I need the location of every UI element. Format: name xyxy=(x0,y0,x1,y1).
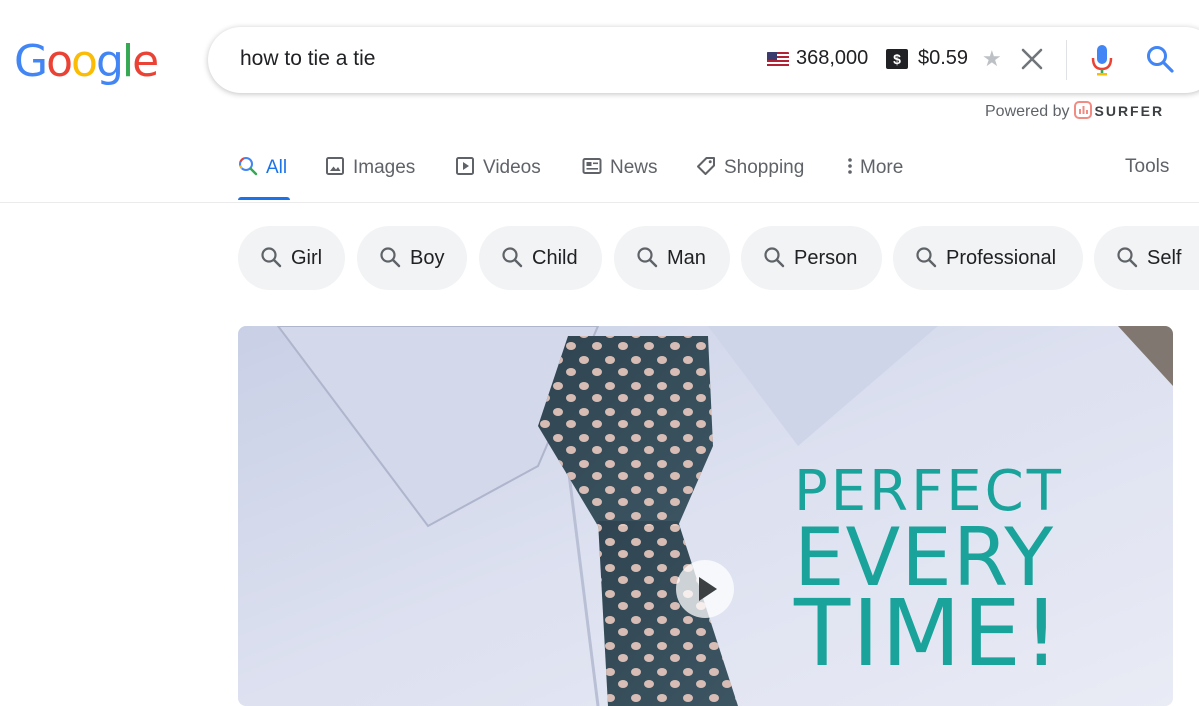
search-input[interactable]: how to tie a tie xyxy=(240,47,375,71)
tab-more[interactable]: More xyxy=(846,156,903,202)
surfer-logo-icon xyxy=(1073,101,1092,119)
google-logo[interactable]: Google xyxy=(14,36,159,88)
chip-person[interactable]: Person xyxy=(741,226,882,290)
cpc-value: $0.59 xyxy=(918,47,969,69)
microphone-icon[interactable] xyxy=(1089,43,1115,77)
chip-label: Boy xyxy=(410,247,445,269)
tab-news[interactable]: News xyxy=(582,156,658,202)
tab-label: Shopping xyxy=(724,157,805,178)
search-icon xyxy=(501,230,523,268)
chip-professional[interactable]: Professional xyxy=(893,226,1083,290)
logo-letter: g xyxy=(95,36,124,87)
tabs-divider xyxy=(0,202,1199,203)
divider xyxy=(1066,40,1067,80)
more-vert-icon xyxy=(846,156,854,176)
star-icon[interactable]: ★ xyxy=(982,46,1002,72)
search-icon xyxy=(763,230,785,268)
search-icon xyxy=(379,230,401,268)
tab-images[interactable]: Images xyxy=(325,156,415,202)
tab-videos[interactable]: Videos xyxy=(455,156,541,202)
chip-boy[interactable]: Boy xyxy=(357,226,467,290)
play-icon xyxy=(455,156,475,176)
chip-child[interactable]: Child xyxy=(479,226,602,290)
logo-letter: o xyxy=(71,36,98,87)
active-tab-indicator xyxy=(238,197,290,200)
promo-text-line: TIME! xyxy=(794,580,1062,687)
logo-letter: G xyxy=(14,36,48,87)
tab-label: Videos xyxy=(483,157,541,178)
chip-label: Person xyxy=(794,247,858,269)
image-icon xyxy=(325,156,345,176)
surfer-powered-by[interactable]: Powered by SURFER xyxy=(985,101,1164,121)
us-flag-icon xyxy=(767,52,789,68)
surfer-brand: SURFER xyxy=(1094,103,1165,119)
search-icon xyxy=(636,230,658,268)
news-icon xyxy=(582,156,602,176)
tab-shopping[interactable]: Shopping xyxy=(696,156,804,202)
logo-letter: o xyxy=(46,36,73,87)
tab-all[interactable]: All xyxy=(238,156,290,202)
chip-label: Child xyxy=(532,247,578,269)
chip-label: Self xyxy=(1147,247,1182,269)
search-icon xyxy=(260,230,282,268)
dollar-icon: $ xyxy=(886,49,908,69)
chip-label: Man xyxy=(667,247,706,269)
search-icon xyxy=(915,230,937,268)
chip-self[interactable]: Self xyxy=(1094,226,1199,290)
tools-button[interactable]: Tools xyxy=(1125,156,1169,178)
chip-label: Professional xyxy=(946,247,1057,269)
search-icon xyxy=(1116,230,1138,268)
search-icon xyxy=(238,156,258,176)
search-box[interactable]: how to tie a tie 368,000 $ $0.59 ★ xyxy=(208,27,1199,93)
tab-label: All xyxy=(266,157,288,178)
logo-letter: e xyxy=(132,36,159,87)
tab-label: More xyxy=(860,157,904,178)
chip-man[interactable]: Man xyxy=(614,226,730,290)
tab-label: News xyxy=(610,157,658,178)
powered-by-label: Powered by xyxy=(985,103,1070,120)
tab-label: Images xyxy=(353,157,416,178)
clear-icon[interactable] xyxy=(1018,45,1046,73)
chip-label: Girl xyxy=(291,247,323,269)
chip-girl[interactable]: Girl xyxy=(238,226,345,290)
logo-letter: l xyxy=(121,36,134,87)
play-button-icon[interactable] xyxy=(676,560,734,618)
tag-icon xyxy=(696,156,716,176)
search-icon[interactable] xyxy=(1145,44,1175,74)
video-thumbnail[interactable]: PERFECT EVERY TIME! xyxy=(238,326,1173,706)
search-volume: 368,000 xyxy=(796,47,869,69)
